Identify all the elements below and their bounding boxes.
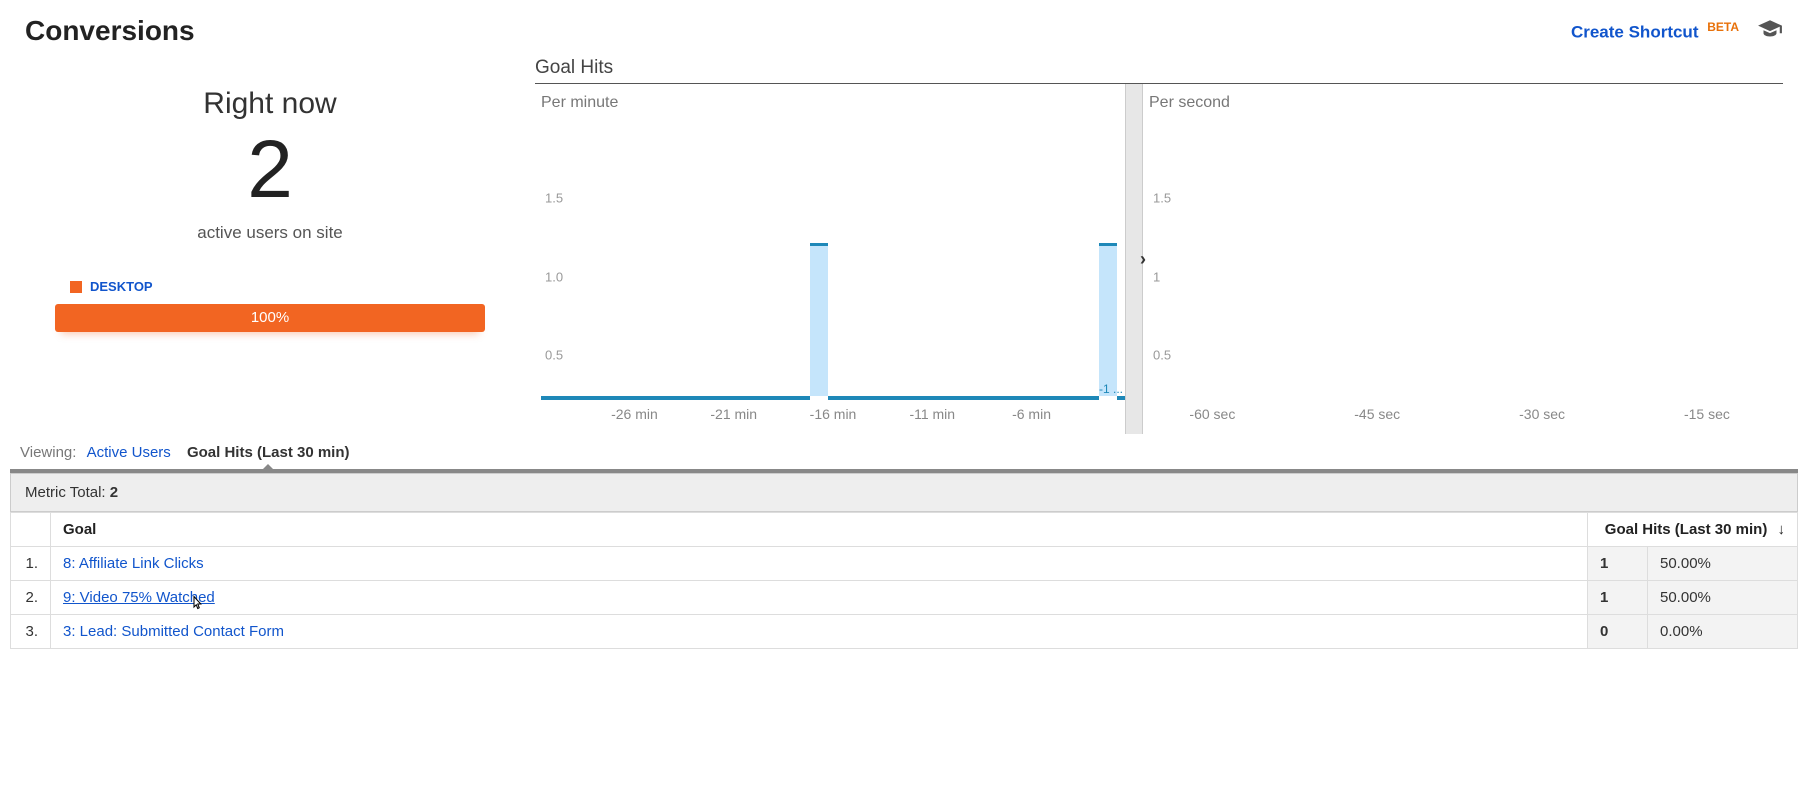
sort-desc-icon: ↓	[1778, 521, 1786, 538]
goal-link[interactable]: 9: Video 75% Watched	[63, 589, 215, 606]
table-row: 3. 3: Lead: Submitted Contact Form 0 0.0…	[11, 615, 1798, 649]
right-now-label: Right now	[25, 87, 515, 121]
xtick: -16 min	[810, 406, 857, 422]
tab-active-users[interactable]: Active Users	[87, 444, 171, 461]
xtick: -45 sec	[1354, 406, 1400, 422]
chart-hover-label: -1 ...	[1099, 382, 1123, 396]
xtick: -6 min	[1012, 406, 1051, 422]
tab-goal-hits[interactable]: Goal Hits (Last 30 min)	[187, 444, 350, 461]
metric-total-label: Metric Total:	[25, 484, 106, 501]
goals-table: Goal Goal Hits (Last 30 min) ↓ 1. 8: Aff…	[10, 512, 1798, 649]
per-minute-chart: Per minute 1.5 1.0 0.5 -1 ...	[535, 84, 1125, 434]
row-pct: 50.00%	[1648, 547, 1798, 581]
viewing-label: Viewing:	[20, 444, 76, 461]
active-users-label: active users on site	[25, 223, 515, 243]
table-row: 1. 8: Affiliate Link Clicks 1 50.00%	[11, 547, 1798, 581]
row-hits: 0	[1588, 615, 1648, 649]
col-hits-header[interactable]: Goal Hits (Last 30 min) ↓	[1588, 513, 1798, 547]
metric-total: Metric Total: 2	[10, 473, 1798, 512]
active-users-count: 2	[25, 125, 515, 215]
xtick: -21 min	[710, 406, 757, 422]
col-hits-label: Goal Hits (Last 30 min)	[1605, 521, 1768, 538]
col-goal-header[interactable]: Goal	[51, 513, 1588, 547]
chart-bar	[1099, 243, 1117, 400]
per-second-label: Per second	[1149, 94, 1783, 112]
goal-link[interactable]: 8: Affiliate Link Clicks	[63, 555, 204, 572]
xtick: -15 sec	[1684, 406, 1730, 422]
row-hits: 1	[1588, 581, 1648, 615]
ytick: 1	[1153, 269, 1160, 284]
create-shortcut-link[interactable]: Create Shortcut BETA	[1571, 20, 1739, 43]
per-minute-label: Per minute	[541, 94, 1125, 112]
goal-link[interactable]: 3: Lead: Submitted Contact Form	[63, 623, 284, 640]
create-shortcut-label: Create Shortcut	[1571, 22, 1699, 41]
xtick: -60 sec	[1189, 406, 1235, 422]
page-title: Conversions	[25, 15, 195, 47]
ytick: 1.5	[545, 191, 563, 206]
row-pct: 50.00%	[1648, 581, 1798, 615]
row-pct: 0.00%	[1648, 615, 1798, 649]
row-index: 1.	[11, 547, 51, 581]
device-label: DESKTOP	[90, 279, 153, 294]
row-index: 3.	[11, 615, 51, 649]
goal-hits-title: Goal Hits	[535, 57, 1783, 84]
graduation-cap-icon[interactable]	[1757, 17, 1783, 46]
ytick: 0.5	[1153, 348, 1171, 363]
chart-bar	[810, 243, 828, 400]
chart-expand-handle[interactable]: ›	[1125, 84, 1143, 434]
ytick: 1.5	[1153, 191, 1171, 206]
xtick: -11 min	[909, 406, 955, 422]
beta-badge: BETA	[1707, 20, 1739, 34]
ytick: 0.5	[545, 348, 563, 363]
xtick: -30 sec	[1519, 406, 1565, 422]
desktop-legend-swatch	[70, 281, 82, 293]
xtick: -26 min	[611, 406, 658, 422]
device-percent-bar: 100%	[55, 304, 485, 332]
chart-baseline	[541, 396, 1125, 400]
row-hits: 1	[1588, 547, 1648, 581]
row-index: 2.	[11, 581, 51, 615]
table-row: 2. 9: Video 75% Watched 1 50.00%	[11, 581, 1798, 615]
metric-total-value: 2	[110, 484, 118, 501]
per-second-chart: Per second 1.5 1 0.5 -60 sec -45 sec -30…	[1143, 84, 1783, 434]
ytick: 1.0	[545, 269, 563, 284]
